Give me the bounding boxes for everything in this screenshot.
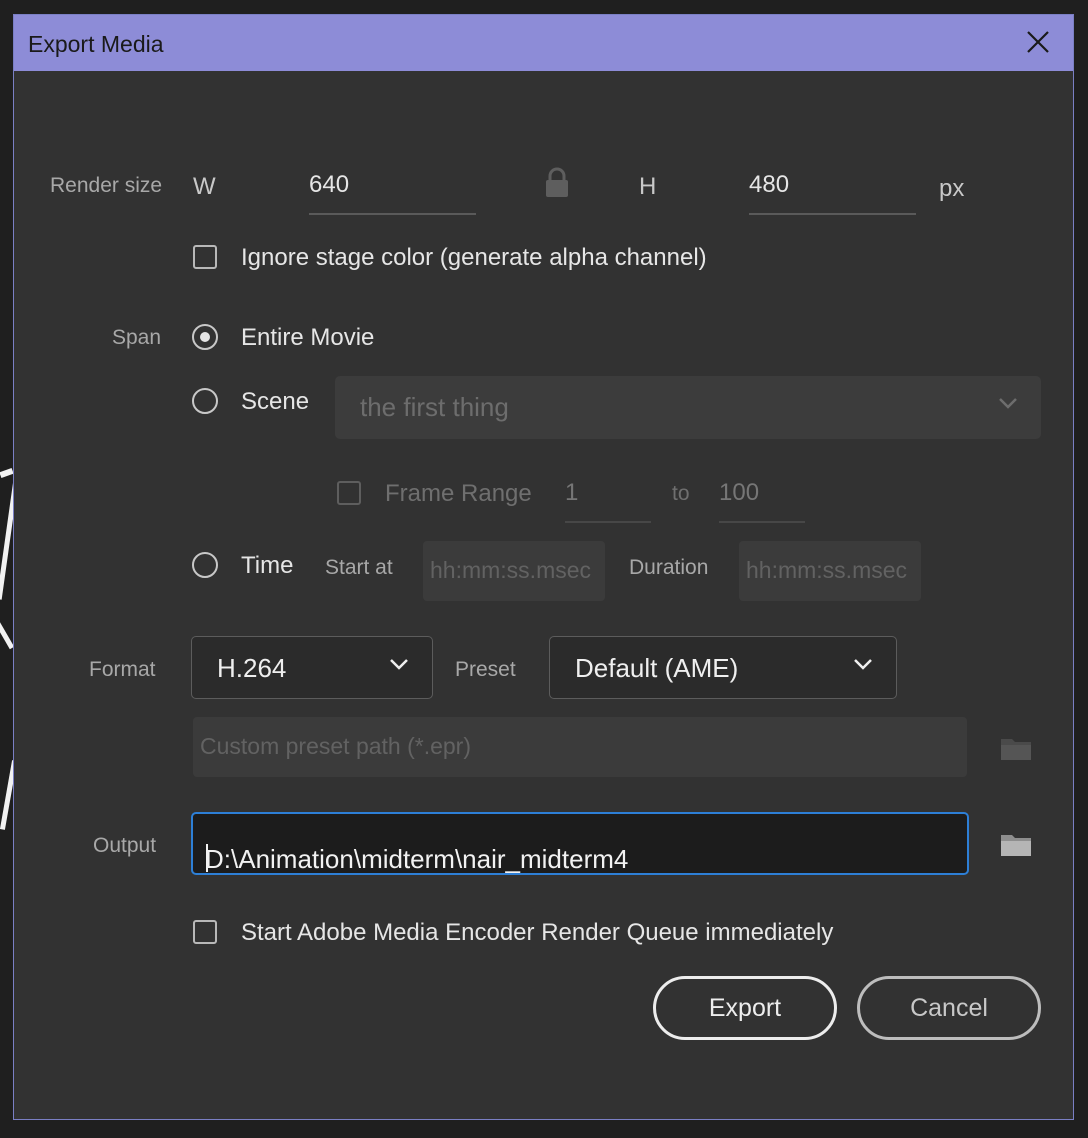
duration-input[interactable]: hh:mm:ss.msec xyxy=(739,541,921,601)
chevron-down-icon xyxy=(854,659,872,670)
start-at-label: Start at xyxy=(325,556,393,579)
start-at-input[interactable]: hh:mm:ss.msec xyxy=(423,541,605,601)
export-button[interactable]: Export xyxy=(653,976,837,1040)
title-bar: Export Media xyxy=(14,15,1073,71)
start-render-queue-checkbox[interactable] xyxy=(193,920,217,944)
output-label: Output xyxy=(93,834,157,857)
duration-placeholder: hh:mm:ss.msec xyxy=(746,557,908,583)
frame-range-from-value: 1 xyxy=(565,479,579,506)
entire-movie-radio[interactable] xyxy=(192,324,218,350)
span-label: Span xyxy=(112,326,162,349)
lock-icon[interactable] xyxy=(544,167,570,199)
cancel-button[interactable]: Cancel xyxy=(857,976,1041,1040)
px-unit-label: px xyxy=(939,175,965,202)
ignore-stage-color-checkbox[interactable] xyxy=(193,245,217,269)
ignore-stage-color-label: Ignore stage color (generate alpha chann… xyxy=(241,244,707,271)
height-label: H xyxy=(639,173,657,200)
duration-label: Duration xyxy=(629,556,709,579)
preset-dropdown[interactable]: Default (AME) xyxy=(549,636,897,699)
frame-range-label: Frame Range xyxy=(385,480,532,507)
frame-range-checkbox[interactable] xyxy=(337,481,361,505)
width-value: 640 xyxy=(309,171,350,198)
custom-preset-path-placeholder: Custom preset path (*.epr) xyxy=(200,733,472,759)
start-render-queue-label: Start Adobe Media Encoder Render Queue i… xyxy=(241,919,834,946)
dialog-title: Export Media xyxy=(28,31,164,57)
export-media-dialog: Export Media Render size W 640 H 480 px … xyxy=(13,14,1074,1120)
text-caret xyxy=(206,844,208,872)
scene-dropdown[interactable]: the first thing xyxy=(335,376,1041,439)
time-radio[interactable] xyxy=(192,552,218,578)
scene-dropdown-value: the first thing xyxy=(360,392,509,422)
width-input[interactable]: 640 xyxy=(309,165,476,215)
close-icon[interactable] xyxy=(1023,27,1053,57)
start-at-placeholder: hh:mm:ss.msec xyxy=(430,557,592,583)
output-path-value: D:\Animation\midterm\nair_midterm4 xyxy=(205,844,629,874)
chevron-down-icon xyxy=(390,659,408,670)
entire-movie-label: Entire Movie xyxy=(241,324,375,351)
height-input[interactable]: 480 xyxy=(749,165,916,215)
custom-preset-path-input[interactable]: Custom preset path (*.epr) xyxy=(193,717,967,777)
format-label: Format xyxy=(89,658,156,681)
time-label: Time xyxy=(241,552,294,579)
height-value: 480 xyxy=(749,171,790,198)
preset-label: Preset xyxy=(455,658,516,681)
frame-range-from-input[interactable]: 1 xyxy=(565,475,651,523)
background-stroke xyxy=(0,467,14,479)
folder-icon[interactable] xyxy=(1000,735,1032,761)
format-dropdown-value: H.264 xyxy=(217,653,287,683)
scene-radio[interactable] xyxy=(192,388,218,414)
chevron-down-icon xyxy=(999,398,1017,409)
preset-dropdown-value: Default (AME) xyxy=(575,653,739,683)
frame-range-to-label: to xyxy=(672,482,690,505)
width-label: W xyxy=(193,173,216,200)
output-path-input[interactable]: D:\Animation\midterm\nair_midterm4 xyxy=(191,812,969,875)
frame-range-to-input[interactable]: 100 xyxy=(719,475,805,523)
frame-range-to-value: 100 xyxy=(719,479,760,506)
scene-label: Scene xyxy=(241,388,310,415)
render-size-label: Render size xyxy=(50,174,163,197)
format-dropdown[interactable]: H.264 xyxy=(191,636,433,699)
folder-icon[interactable] xyxy=(1000,831,1032,857)
